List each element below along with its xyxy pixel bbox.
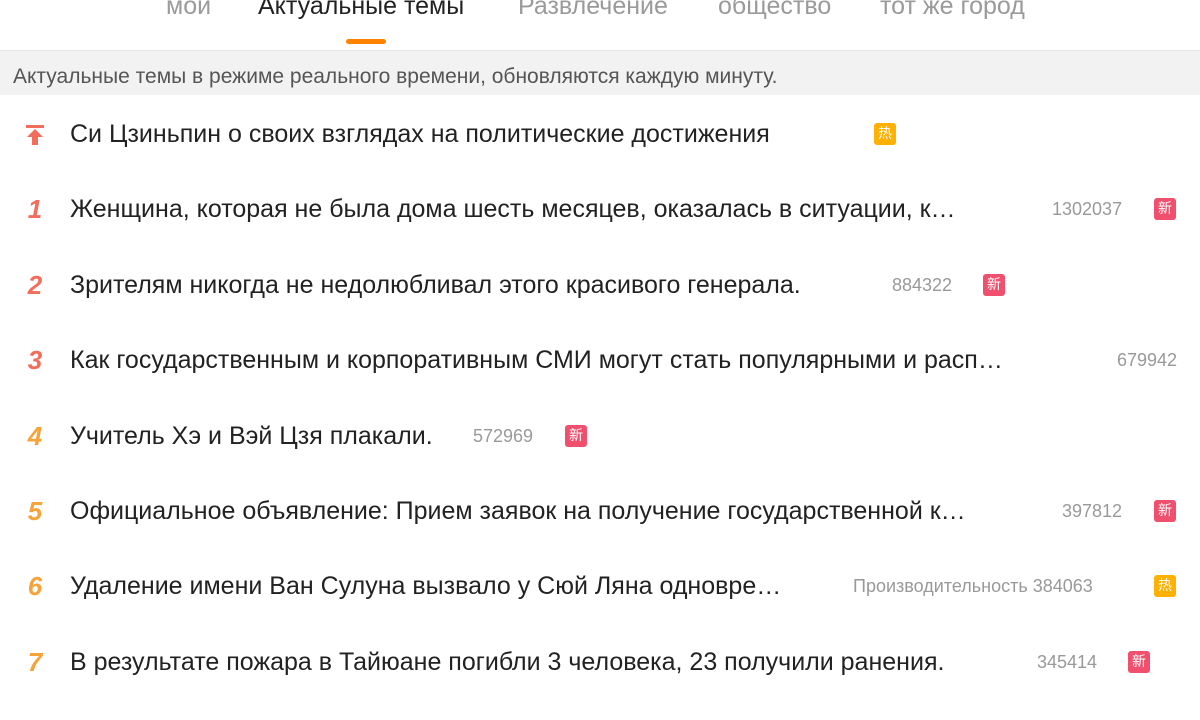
topic-title[interactable]: Официальное объявление: Прием заявок на … xyxy=(70,481,1048,541)
tab-society[interactable]: общество xyxy=(718,0,831,21)
heat-count: Производительность 384063 xyxy=(853,576,1093,596)
heat-count: 679942 xyxy=(1117,350,1178,370)
list-item[interactable]: 7 В результате пожара в Тайюане погибли … xyxy=(0,632,1200,692)
list-item[interactable]: Си Цзиньпин о своих взглядах на политиче… xyxy=(0,104,1200,164)
topic-title[interactable]: Учитель Хэ и Вэй Цзя плакали. xyxy=(70,406,470,466)
heat-count: 1302037 xyxy=(1052,199,1123,219)
rank-number: 2 xyxy=(27,270,43,300)
rank-number: 1 xyxy=(27,194,43,224)
list-item[interactable]: 1 Женщина, которая не была дома шесть ме… xyxy=(0,179,1200,239)
new-badge-icon: 新 xyxy=(565,425,587,447)
pin-top-icon xyxy=(25,124,45,146)
topic-title[interactable]: Удаление имени Ван Сулуна вызвало у Сюй … xyxy=(70,556,838,616)
channel-tabs: мой Актуальные темы Развлечение общество… xyxy=(0,0,1200,51)
list-item[interactable]: 6 Удаление имени Ван Сулуна вызвало у Сю… xyxy=(0,556,1200,616)
topic-title[interactable]: Как государственным и корпоративным СМИ … xyxy=(70,330,1108,390)
tab-entertainment[interactable]: Развлечение xyxy=(518,0,668,21)
heat-count: 345414 xyxy=(1037,652,1098,672)
rank-number: 4 xyxy=(27,421,43,451)
active-tab-indicator xyxy=(346,39,386,44)
tab-trending[interactable]: Актуальные темы xyxy=(258,0,464,21)
list-item[interactable]: 2 Зрителям никогда не недолюбливал этого… xyxy=(0,255,1200,315)
new-badge-icon: 新 xyxy=(1128,651,1150,673)
list-item[interactable]: 5 Официальное объявление: Прием заявок н… xyxy=(0,481,1200,541)
tab-local-city[interactable]: тот же город xyxy=(880,0,1025,21)
topic-title[interactable]: В результате пожара в Тайюане погибли 3 … xyxy=(70,632,1035,692)
heat-count: 572969 xyxy=(473,426,534,446)
new-badge-icon: 新 xyxy=(983,274,1005,296)
topic-title[interactable]: Си Цзиньпин о своих взглядах на политиче… xyxy=(70,104,860,164)
new-badge-icon: 新 xyxy=(1154,500,1176,522)
topic-title[interactable]: Зрителям никогда не недолюбливал этого к… xyxy=(70,255,885,315)
list-item[interactable]: 4 Учитель Хэ и Вэй Цзя плакали. 572969 新 xyxy=(0,406,1200,466)
rank-number: 6 xyxy=(27,571,43,601)
rank-number: 5 xyxy=(27,496,43,526)
list-item[interactable]: 3 Как государственным и корпоративным СМ… xyxy=(0,330,1200,390)
hot-badge-icon: 热 xyxy=(1154,575,1176,597)
rank-number: 7 xyxy=(27,647,43,677)
heat-count: 397812 xyxy=(1062,501,1123,521)
realtime-notice: Актуальные темы в режиме реального време… xyxy=(0,51,1200,95)
rank-number: 3 xyxy=(27,345,43,375)
tab-my[interactable]: мой xyxy=(166,0,211,21)
topic-title[interactable]: Женщина, которая не была дома шесть меся… xyxy=(70,179,1035,239)
new-badge-icon: 新 xyxy=(1154,198,1176,220)
heat-count: 884322 xyxy=(892,275,953,295)
hot-badge-icon: 热 xyxy=(874,123,896,145)
